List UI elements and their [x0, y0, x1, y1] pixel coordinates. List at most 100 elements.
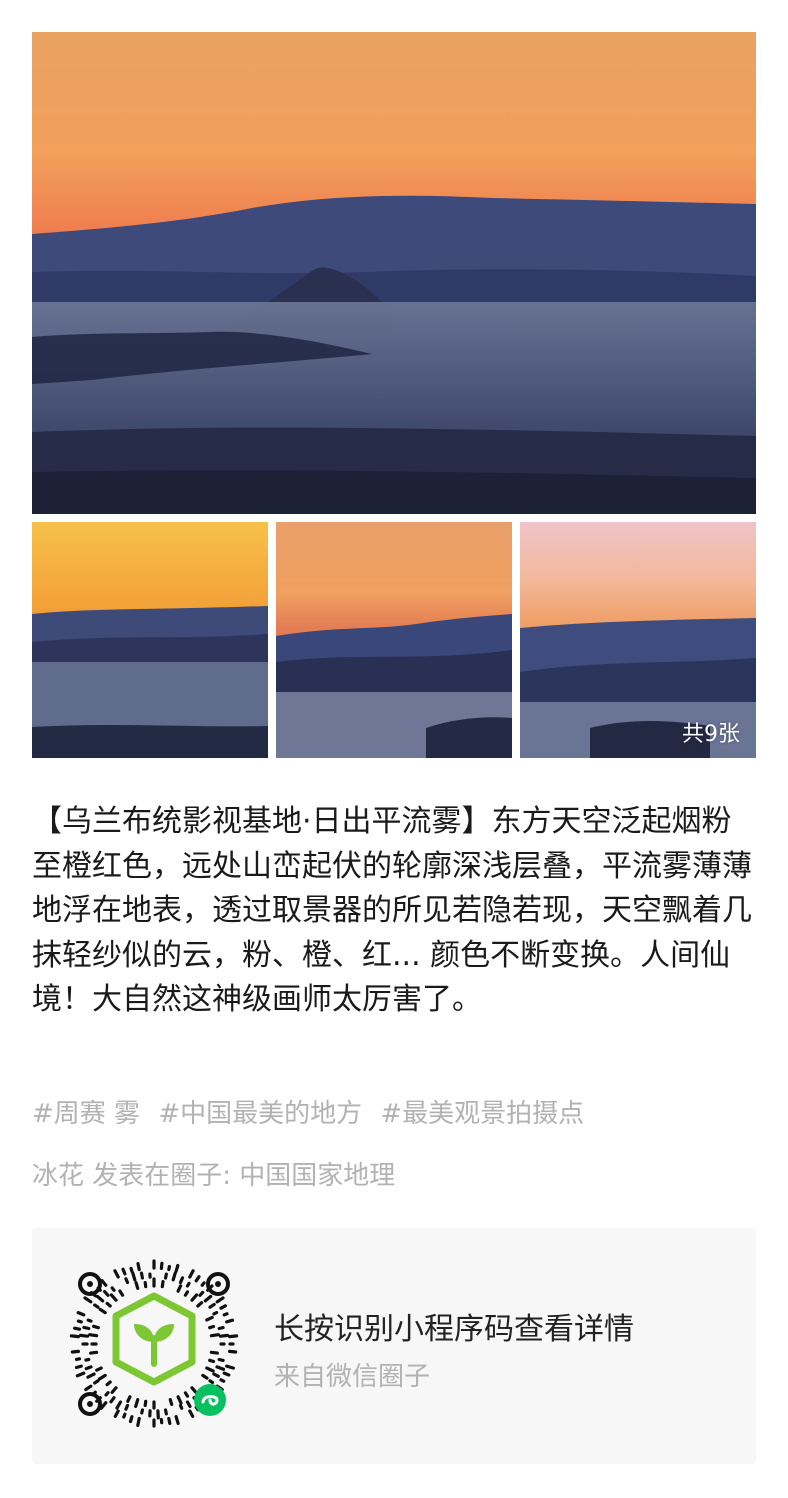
author-circle-line[interactable]: 冰花 发表在圈子: 中国国家地理: [32, 1156, 395, 1196]
qr-dash: [136, 1416, 141, 1427]
mini-program-title: 长按识别小程序码查看详情: [274, 1312, 634, 1347]
qr-dash: [208, 1379, 215, 1385]
sunrise-mountain-fog-photo: [32, 32, 756, 514]
qr-dash: [97, 1373, 107, 1381]
qr-dash: [92, 1324, 100, 1330]
thumbnail-photo-1[interactable]: [32, 522, 268, 758]
qr-dash: [209, 1333, 220, 1338]
qr-dash: [84, 1384, 93, 1392]
qr-dash: [205, 1366, 215, 1373]
mini-program-card[interactable]: 长按识别小程序码查看详情 来自微信圈子: [32, 1228, 756, 1464]
qr-dash: [113, 1409, 120, 1418]
qr-dash: [70, 1349, 80, 1354]
qr-dash: [126, 1395, 132, 1403]
qr-dash: [82, 1325, 91, 1331]
qr-dash: [176, 1284, 183, 1293]
qr-dash: [160, 1280, 165, 1289]
qr-dash: [93, 1379, 100, 1385]
thumbnail-grid: 共9张: [32, 522, 756, 758]
tag-list: #周赛 雾 #中国最美的地方 #最美观景拍摄点: [32, 1094, 756, 1134]
qr-dash: [190, 1386, 198, 1394]
qr-dash: [217, 1325, 225, 1331]
qr-dash: [143, 1399, 148, 1407]
qr-dash: [205, 1315, 214, 1322]
qr-dash: [185, 1281, 191, 1288]
qr-dash: [110, 1386, 118, 1394]
photo-count-badge: 共9张: [682, 722, 740, 747]
qr-dash: [218, 1333, 230, 1338]
qr-dash: [208, 1302, 216, 1309]
qr-dash: [93, 1303, 100, 1309]
qr-dash: [84, 1365, 93, 1371]
qr-dash: [167, 1264, 172, 1272]
qr-dash: [203, 1294, 213, 1303]
qr-dash: [109, 1396, 116, 1404]
qr-dash: [188, 1409, 195, 1418]
thumbnail-photo-3[interactable]: 共9张: [520, 522, 756, 758]
qr-dash: [190, 1293, 199, 1302]
qr-dash: [222, 1312, 229, 1317]
qr-dash: [217, 1357, 225, 1363]
qr-dash: [110, 1286, 116, 1292]
qr-dash: [185, 1400, 192, 1408]
tag-link[interactable]: #中国最美的地方: [158, 1099, 362, 1129]
qr-dash: [76, 1310, 86, 1317]
qr-dash: [74, 1364, 83, 1370]
qr-dash: [212, 1310, 219, 1316]
qr-dash: [76, 1319, 83, 1324]
qr-dash: [140, 1408, 145, 1415]
qr-dash: [86, 1372, 96, 1379]
qr-dash: [73, 1326, 82, 1331]
qr-dash: [168, 1398, 174, 1406]
qr-dash: [122, 1412, 127, 1419]
qr-dash: [98, 1307, 107, 1315]
mini-program-qr-code[interactable]: [64, 1254, 244, 1434]
qr-dash: [228, 1334, 239, 1339]
qr-dash: [163, 1272, 168, 1280]
qr-dash: [183, 1391, 190, 1398]
qr-dash: [139, 1271, 145, 1280]
qr-dash: [198, 1290, 205, 1297]
qr-dash: [74, 1357, 82, 1362]
qr-dash: [201, 1373, 209, 1380]
qr-dash: [188, 1269, 195, 1279]
qr-dash: [208, 1324, 216, 1330]
qr-dash: [194, 1275, 201, 1283]
qr-dash: [95, 1294, 105, 1303]
qr-dash: [178, 1276, 185, 1285]
qr-dash: [121, 1267, 127, 1276]
qr-dash: [100, 1279, 108, 1287]
qr-dash: [118, 1289, 125, 1297]
qr-dash: [104, 1391, 110, 1397]
qr-dash: [129, 1266, 134, 1273]
thumbnail-photo-2[interactable]: [276, 522, 512, 758]
qr-dash: [84, 1357, 91, 1362]
qr-dash: [89, 1350, 99, 1355]
qr-dash: [83, 1296, 93, 1304]
mini-program-code-icon: [69, 1259, 239, 1428]
qr-dash: [128, 1415, 134, 1424]
qr-dash: [124, 1277, 130, 1285]
qr-dash: [163, 1408, 168, 1416]
qr-dash: [183, 1290, 190, 1297]
qr-dash: [88, 1333, 99, 1338]
qr-dash: [212, 1372, 220, 1378]
tag-link[interactable]: #周赛 雾: [32, 1099, 140, 1129]
sunrise-mountain-fog-photo: [32, 522, 268, 758]
qr-dash: [95, 1366, 103, 1372]
qr-dash: [134, 1398, 140, 1408]
qr-dash: [228, 1349, 238, 1354]
qr-dash: [124, 1403, 130, 1411]
qr-dash: [102, 1289, 110, 1297]
hero-photo[interactable]: [32, 32, 756, 514]
qr-dash: [109, 1293, 118, 1302]
qr-dash: [208, 1358, 216, 1364]
qr-dash: [69, 1334, 80, 1339]
tag-link[interactable]: #最美观景拍摄点: [380, 1099, 584, 1129]
qr-dash: [86, 1318, 93, 1323]
qr-dash: [176, 1395, 183, 1405]
qr-dash: [196, 1301, 204, 1308]
qr-dash: [105, 1301, 112, 1308]
qr-dash: [209, 1350, 219, 1355]
qr-dash: [174, 1415, 180, 1425]
